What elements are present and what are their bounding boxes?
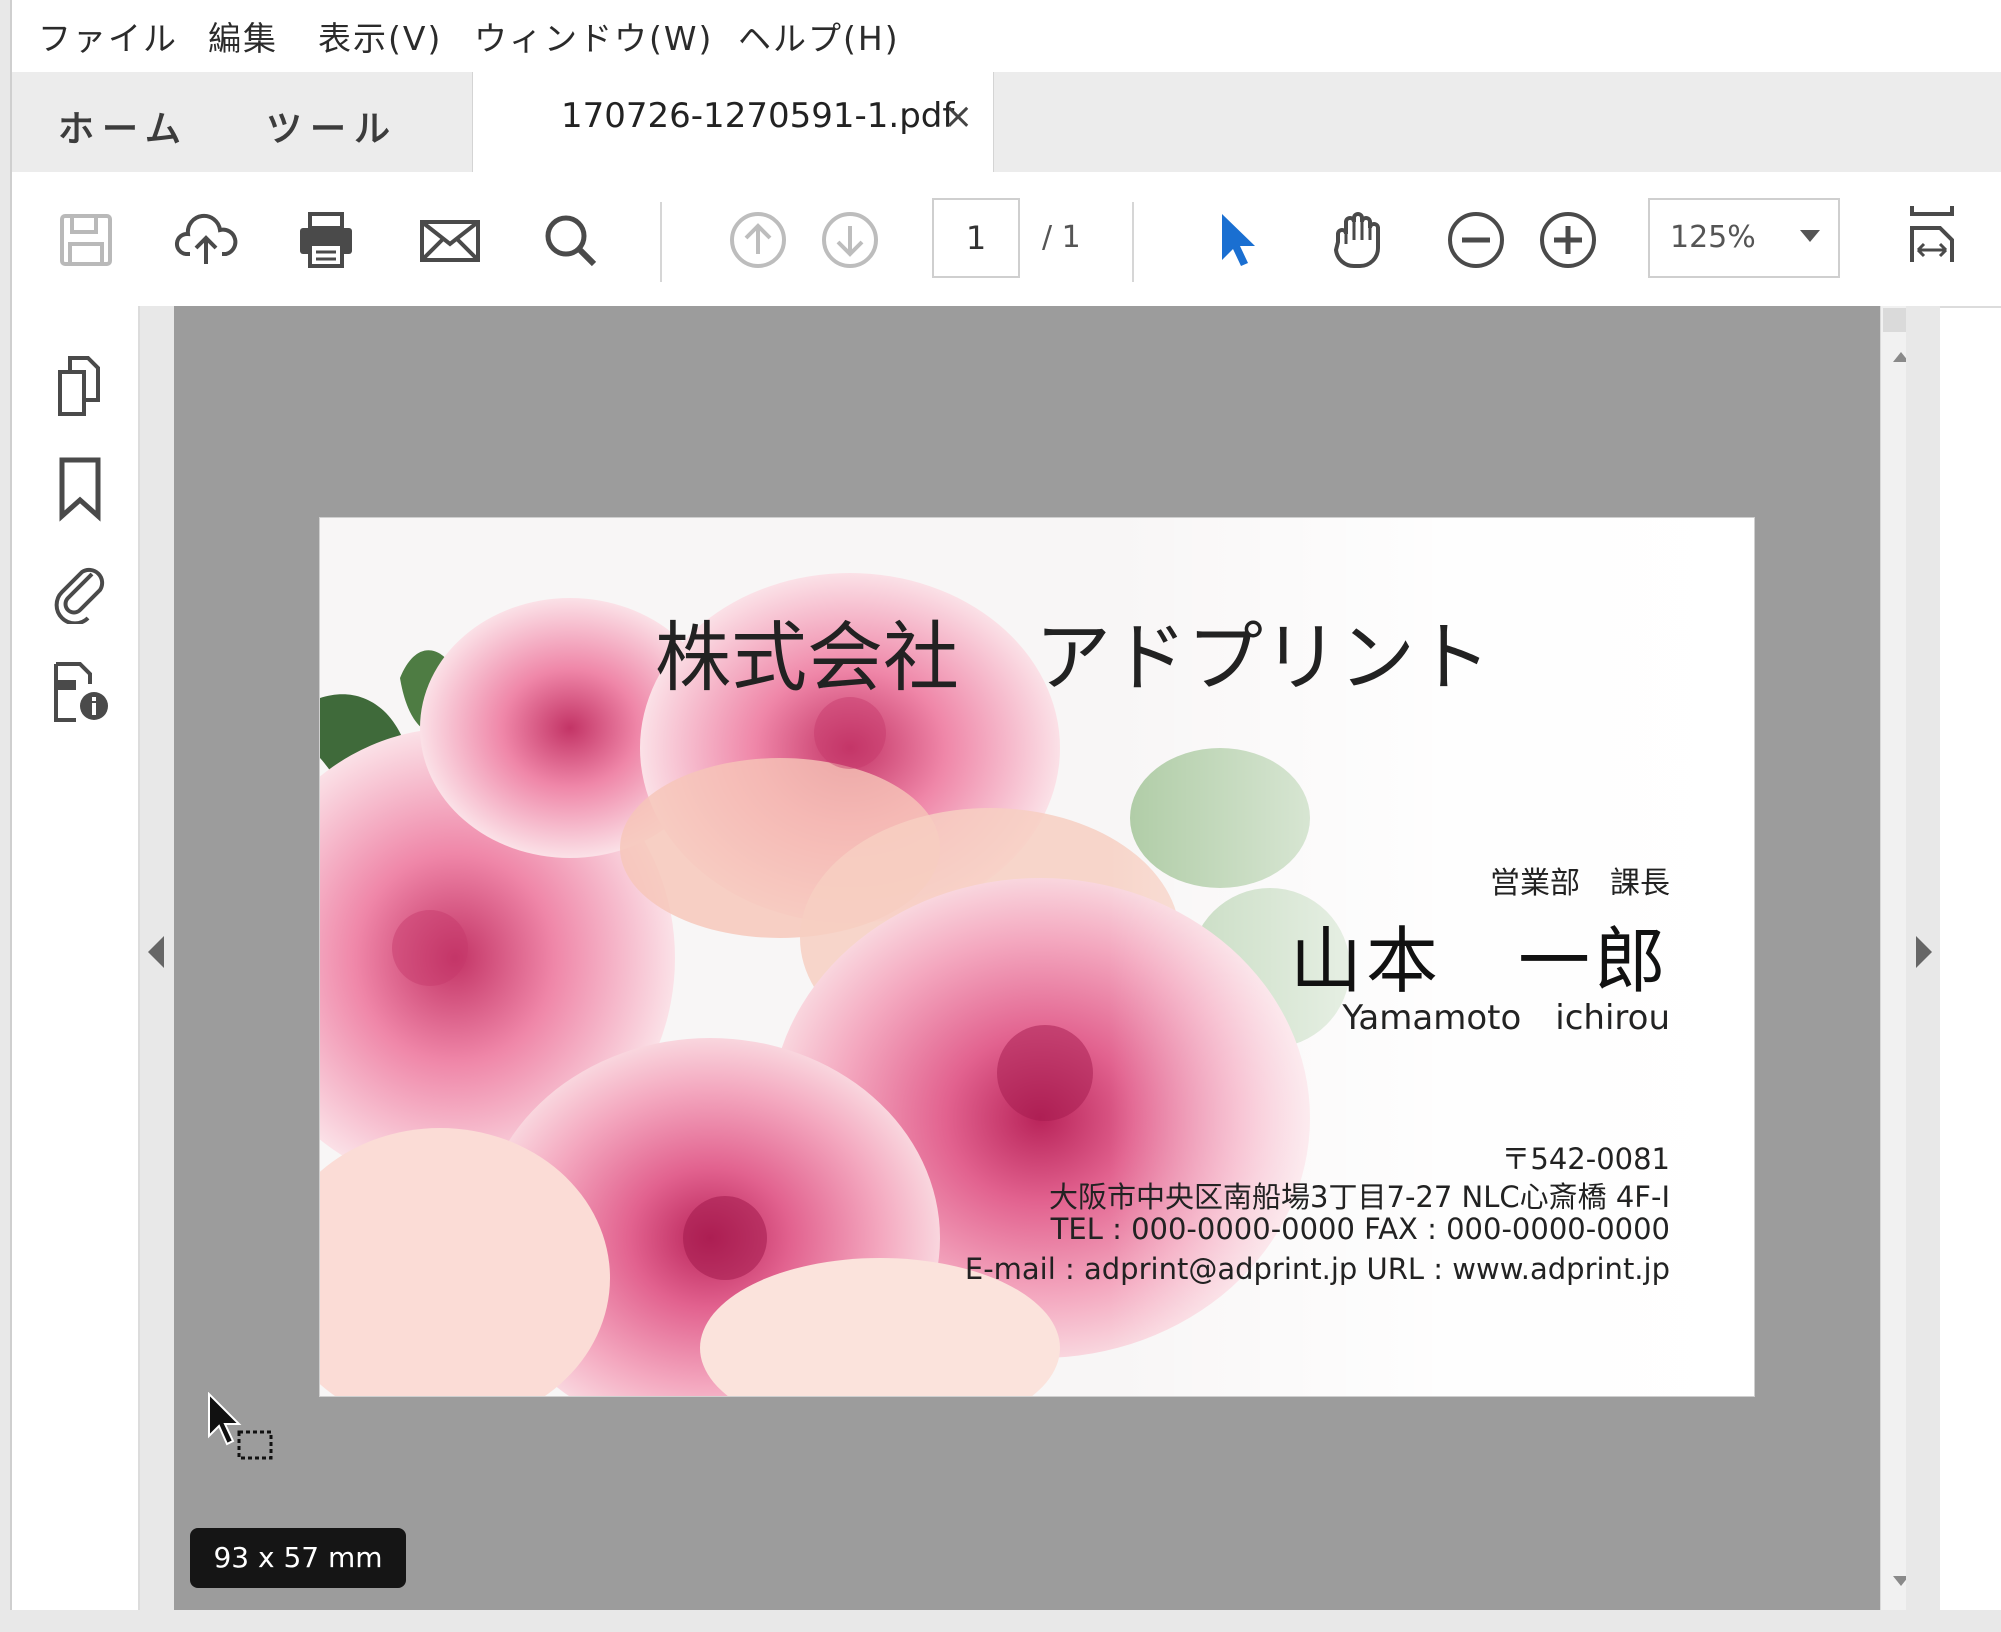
close-icon[interactable]: × <box>943 96 973 137</box>
page-total-label: / 1 <box>1042 220 1081 255</box>
card-address: 大阪市中央区南船場3丁目7-27 NLC心斎橋 4F-I <box>1049 1180 1670 1214</box>
select-arrow-icon[interactable] <box>1204 208 1268 272</box>
menu-file[interactable]: ファイル <box>38 12 178 60</box>
zoom-in-icon[interactable] <box>1536 208 1600 272</box>
bookmark-icon[interactable] <box>50 454 110 522</box>
menu-window[interactable]: ウィンドウ(W) <box>474 12 713 60</box>
toolbar-divider <box>660 202 662 282</box>
menu-help[interactable]: ヘルプ(H) <box>738 12 900 60</box>
attachment-icon[interactable] <box>50 556 110 626</box>
zoom-out-icon[interactable] <box>1444 208 1508 272</box>
left-panel-toggle[interactable] <box>140 306 174 1610</box>
snapshot-cursor-icon <box>208 1392 273 1460</box>
menu-bar: ファイル 編集 表示(V) ウィンドウ(W) ヘルプ(H) <box>12 0 2001 73</box>
page-down-icon[interactable] <box>818 208 882 272</box>
acrobat-window: ファイル 編集 表示(V) ウィンドウ(W) ヘルプ(H) ホーム ツール 17… <box>10 0 2001 1610</box>
tab-document[interactable]: 170726-1270591-1.pdf × <box>472 72 994 174</box>
page-size-tooltip: 93 x 57 mm <box>190 1528 406 1588</box>
save-icon[interactable] <box>54 208 118 272</box>
pdf-page: 株式会社 アドプリント 営業部 課長 山本 一郎 Yamamoto ichiro… <box>320 518 1754 1396</box>
page-up-icon[interactable] <box>726 208 790 272</box>
toolbar-divider <box>1132 202 1134 282</box>
page-number-input[interactable]: 1 <box>932 198 1020 278</box>
pages-icon[interactable] <box>50 352 110 420</box>
card-department-title: 営業部 課長 <box>1490 866 1670 901</box>
toolbar: 1 / 1 125% <box>12 172 2001 308</box>
chevron-down-icon <box>1800 230 1820 242</box>
tab-tools[interactable]: ツール <box>266 100 398 152</box>
card-tel-fax: TEL : 000-0000-0000 FAX : 000-0000-0000 <box>1050 1212 1670 1246</box>
left-rail <box>12 306 140 1610</box>
chevron-left-icon <box>148 936 164 968</box>
document-viewport[interactable]: 株式会社 アドプリント 営業部 課長 山本 一郎 Yamamoto ichiro… <box>140 306 1940 1610</box>
print-icon[interactable] <box>294 208 358 272</box>
zoom-value: 125% <box>1670 220 1756 255</box>
card-person-name-roman: Yamamoto ichirou <box>1342 998 1670 1038</box>
card-company-name: 株式会社 アドプリント <box>655 613 1491 702</box>
cloud-upload-icon[interactable] <box>174 208 238 272</box>
document-tab-label: 170726-1270591-1.pdf <box>561 96 955 136</box>
tab-home[interactable]: ホーム <box>58 100 189 152</box>
menu-edit[interactable]: 編集 <box>208 12 278 60</box>
fit-page-icon[interactable] <box>1900 202 1964 266</box>
hand-icon[interactable] <box>1324 208 1388 272</box>
card-email-url: E-mail : adprint@adprint.jp URL : www.ad… <box>964 1252 1670 1286</box>
document-info-icon[interactable] <box>50 658 110 726</box>
mail-icon[interactable] <box>418 208 482 272</box>
search-icon[interactable] <box>538 208 602 272</box>
menu-view[interactable]: 表示(V) <box>318 12 442 60</box>
zoom-select[interactable]: 125% <box>1648 198 1840 278</box>
tab-bar: ホーム ツール 170726-1270591-1.pdf × <box>12 72 2001 174</box>
chevron-right-icon <box>1916 936 1932 968</box>
right-panel-toggle[interactable] <box>1906 306 1940 1610</box>
card-postal-code: 〒542-0081 <box>1501 1142 1670 1176</box>
